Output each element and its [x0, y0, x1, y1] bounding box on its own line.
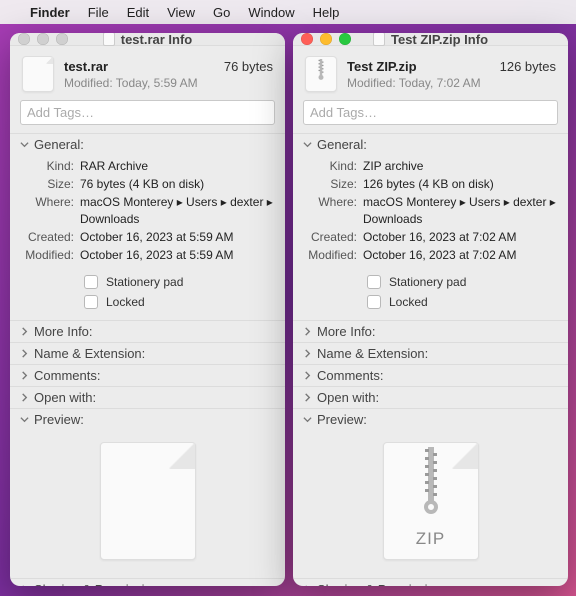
section-header-comments[interactable]: Comments: [10, 365, 285, 386]
preview-thumbnail: ZIP [383, 442, 479, 560]
chevron-right-icon [20, 371, 29, 380]
section-header-preview[interactable]: Preview: [293, 409, 568, 430]
chevron-down-icon [20, 140, 29, 149]
locked-label: Locked [389, 295, 428, 309]
window-controls [301, 33, 351, 45]
minimize-button[interactable] [320, 33, 332, 45]
preview-thumbnail [100, 442, 196, 560]
chevron-down-icon [20, 415, 29, 424]
chevron-right-icon [20, 585, 29, 586]
tags-input[interactable] [20, 100, 275, 125]
tags-input[interactable] [303, 100, 558, 125]
file-name: Test ZIP.zip [347, 59, 417, 74]
menu-window[interactable]: Window [248, 5, 294, 20]
chevron-right-icon [303, 393, 312, 402]
section-header-sharing[interactable]: Sharing & Permissions: [10, 579, 285, 586]
label-where: Where: [20, 194, 80, 226]
file-modified-short: Modified: Today, 5:59 AM [64, 76, 273, 90]
label-size: Size: [303, 176, 363, 192]
chevron-down-icon [303, 415, 312, 424]
minimize-button[interactable] [37, 33, 49, 45]
titlebar[interactable]: Test ZIP.zip Info [293, 33, 568, 46]
zoom-button[interactable] [56, 33, 68, 45]
value-size: 126 bytes (4 KB on disk) [363, 176, 558, 192]
section-preview: Preview: [293, 408, 568, 578]
chevron-right-icon [303, 585, 312, 586]
zoom-button[interactable] [339, 33, 351, 45]
menu-file[interactable]: File [88, 5, 109, 20]
zip-document-icon [373, 33, 385, 46]
section-header-comments[interactable]: Comments: [293, 365, 568, 386]
label-size: Size: [20, 176, 80, 192]
file-size: 76 bytes [224, 59, 273, 74]
value-created: October 16, 2023 at 5:59 AM [80, 229, 275, 245]
menu-go[interactable]: Go [213, 5, 230, 20]
value-modified: October 16, 2023 at 7:02 AM [363, 247, 558, 263]
file-header: test.rar 76 bytes Modified: Today, 5:59 … [10, 46, 285, 100]
info-window-zip: Test ZIP.zip Info Test ZIP.zip 126 bytes… [293, 33, 568, 586]
app-menu[interactable]: Finder [30, 5, 70, 20]
section-preview: Preview: [10, 408, 285, 578]
file-modified-short: Modified: Today, 7:02 AM [347, 76, 556, 90]
titlebar[interactable]: test.rar Info [10, 33, 285, 46]
chevron-right-icon [20, 393, 29, 402]
value-where: macOS Monterey ▸ Users ▸ dexter ▸ Downlo… [80, 194, 275, 226]
file-icon [22, 56, 54, 92]
menu-help[interactable]: Help [313, 5, 340, 20]
label-kind: Kind: [303, 158, 363, 174]
value-size: 76 bytes (4 KB on disk) [80, 176, 275, 192]
chevron-right-icon [303, 327, 312, 336]
preview-label: ZIP [384, 529, 478, 549]
value-where: macOS Monterey ▸ Users ▸ dexter ▸ Downlo… [363, 194, 558, 226]
chevron-right-icon [303, 349, 312, 358]
stationery-checkbox[interactable] [84, 275, 98, 289]
menu-bar[interactable]: Finder File Edit View Go Window Help [0, 0, 576, 24]
stationery-label: Stationery pad [106, 275, 183, 289]
info-window-rar: test.rar Info test.rar 76 bytes Modified… [10, 33, 285, 586]
locked-label: Locked [106, 295, 145, 309]
label-created: Created: [303, 229, 363, 245]
section-general: General: Kind:ZIP archive Size:126 bytes… [293, 133, 568, 320]
stationery-label: Stationery pad [389, 275, 466, 289]
value-kind: ZIP archive [363, 158, 558, 174]
window-controls [18, 33, 68, 45]
label-where: Where: [303, 194, 363, 226]
chevron-right-icon [20, 349, 29, 358]
section-header-sharing[interactable]: Sharing & Permissions: [293, 579, 568, 586]
menu-edit[interactable]: Edit [127, 5, 149, 20]
section-header-open-with[interactable]: Open with: [293, 387, 568, 408]
section-general: General: Kind:RAR Archive Size:76 bytes … [10, 133, 285, 320]
file-icon [305, 56, 337, 92]
close-button[interactable] [301, 33, 313, 45]
chevron-down-icon [303, 140, 312, 149]
stationery-checkbox[interactable] [367, 275, 381, 289]
file-size: 126 bytes [500, 59, 556, 74]
locked-checkbox[interactable] [367, 295, 381, 309]
file-name: test.rar [64, 59, 108, 74]
label-modified: Modified: [303, 247, 363, 263]
section-header-name-ext[interactable]: Name & Extension: [10, 343, 285, 364]
section-header-more-info[interactable]: More Info: [293, 321, 568, 342]
close-button[interactable] [18, 33, 30, 45]
label-kind: Kind: [20, 158, 80, 174]
menu-view[interactable]: View [167, 5, 195, 20]
chevron-right-icon [20, 327, 29, 336]
value-created: October 16, 2023 at 7:02 AM [363, 229, 558, 245]
section-header-general[interactable]: General: [293, 134, 568, 155]
section-header-general[interactable]: General: [10, 134, 285, 155]
label-modified: Modified: [20, 247, 80, 263]
file-header: Test ZIP.zip 126 bytes Modified: Today, … [293, 46, 568, 100]
chevron-right-icon [303, 371, 312, 380]
label-created: Created: [20, 229, 80, 245]
value-kind: RAR Archive [80, 158, 275, 174]
section-header-open-with[interactable]: Open with: [10, 387, 285, 408]
document-icon [103, 33, 115, 46]
section-header-more-info[interactable]: More Info: [10, 321, 285, 342]
section-header-preview[interactable]: Preview: [10, 409, 285, 430]
value-modified: October 16, 2023 at 5:59 AM [80, 247, 275, 263]
section-header-name-ext[interactable]: Name & Extension: [293, 343, 568, 364]
locked-checkbox[interactable] [84, 295, 98, 309]
